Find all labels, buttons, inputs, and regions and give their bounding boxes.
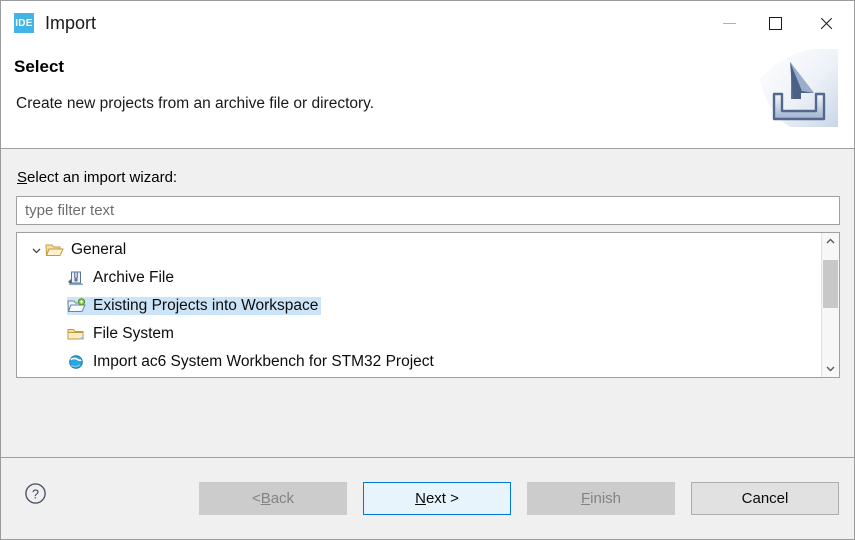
tree-item-existing-projects[interactable]: Existing Projects into Workspace [17, 292, 821, 320]
next-button-mnemonic: N [415, 490, 426, 507]
window-title: Import [45, 12, 97, 33]
minimize-button[interactable] [706, 1, 752, 45]
title-bar-left: IDE Import [1, 13, 96, 34]
chevron-down-icon[interactable] [27, 245, 45, 256]
import-wizard-window: IDE Import Select Create new projects fr… [0, 0, 855, 540]
minimize-icon [722, 22, 736, 24]
wizard-button-row: < Back Next > Finish Cancel [199, 482, 839, 515]
tree-item-selected-highlight: Existing Projects into Workspace [67, 297, 322, 315]
maximize-icon [768, 16, 782, 30]
tree-item-general[interactable]: General [17, 236, 821, 264]
tree-scrollbar[interactable] [821, 233, 839, 377]
tree-list[interactable]: General Archive File Existing Projects i… [17, 233, 821, 377]
open-folder-icon [45, 242, 65, 259]
tree-item-label: Archive File [93, 269, 174, 286]
tree-item-label: General [71, 241, 127, 258]
archive-file-icon [67, 270, 87, 287]
tree-item-label: File System [93, 325, 174, 342]
finish-button[interactable]: Finish [527, 482, 675, 515]
scrollbar-track[interactable] [822, 250, 839, 360]
wizard-header: Select Create new projects from an archi… [1, 45, 854, 149]
import-banner-icon [760, 49, 838, 127]
scroll-down-arrow-icon[interactable] [822, 360, 839, 377]
tree-item-label: Existing Projects into Workspace [93, 297, 319, 314]
next-button-suffix: ext > [425, 490, 459, 507]
wizard-body: Select an import wizard: Gen [1, 149, 854, 457]
finish-button-suffix: inish [590, 490, 622, 507]
back-button-mnemonic: B [260, 490, 271, 507]
title-bar: IDE Import [1, 1, 854, 45]
page-description: Create new projects from an archive file… [16, 95, 375, 112]
globe-icon [67, 354, 87, 371]
import-wizard-tree[interactable]: General Archive File Existing Projects i… [16, 232, 840, 378]
back-button[interactable]: < Back [199, 482, 347, 515]
page-title: Select [14, 57, 65, 76]
tree-item-import-ac6-stm32[interactable]: Import ac6 System Workbench for STM32 Pr… [17, 348, 821, 376]
import-project-folder-icon [67, 297, 87, 315]
close-icon [819, 16, 834, 31]
cancel-button[interactable]: Cancel [691, 482, 839, 515]
cancel-button-label: Cancel [741, 490, 789, 507]
close-button[interactable] [798, 1, 854, 45]
wizard-select-label: Select an import wizard: [17, 169, 177, 186]
finish-button-mnemonic: F [580, 490, 591, 507]
wizard-select-label-mnemonic: S [17, 169, 28, 186]
tree-item-file-system[interactable]: File System [17, 320, 821, 348]
window-controls [706, 1, 854, 45]
filter-input[interactable] [16, 196, 840, 225]
scroll-up-arrow-icon[interactable] [822, 233, 839, 250]
maximize-button[interactable] [752, 1, 798, 45]
tree-item-label: Import ac6 System Workbench for STM32 Pr… [93, 353, 434, 370]
help-icon[interactable]: ? [24, 482, 47, 505]
ide-app-icon: IDE [14, 13, 34, 33]
wizard-footer: ? < Back Next > Finish Cancel [1, 457, 854, 539]
scrollbar-thumb[interactable] [823, 260, 838, 308]
svg-text:?: ? [32, 487, 39, 501]
back-button-prefix: < [251, 490, 261, 507]
tree-item-archive-file[interactable]: Archive File [17, 264, 821, 292]
next-button[interactable]: Next > [363, 482, 511, 515]
folder-icon [67, 326, 87, 343]
wizard-select-label-rest: elect an import wizard: [27, 169, 178, 186]
back-button-suffix: ack [270, 490, 295, 507]
